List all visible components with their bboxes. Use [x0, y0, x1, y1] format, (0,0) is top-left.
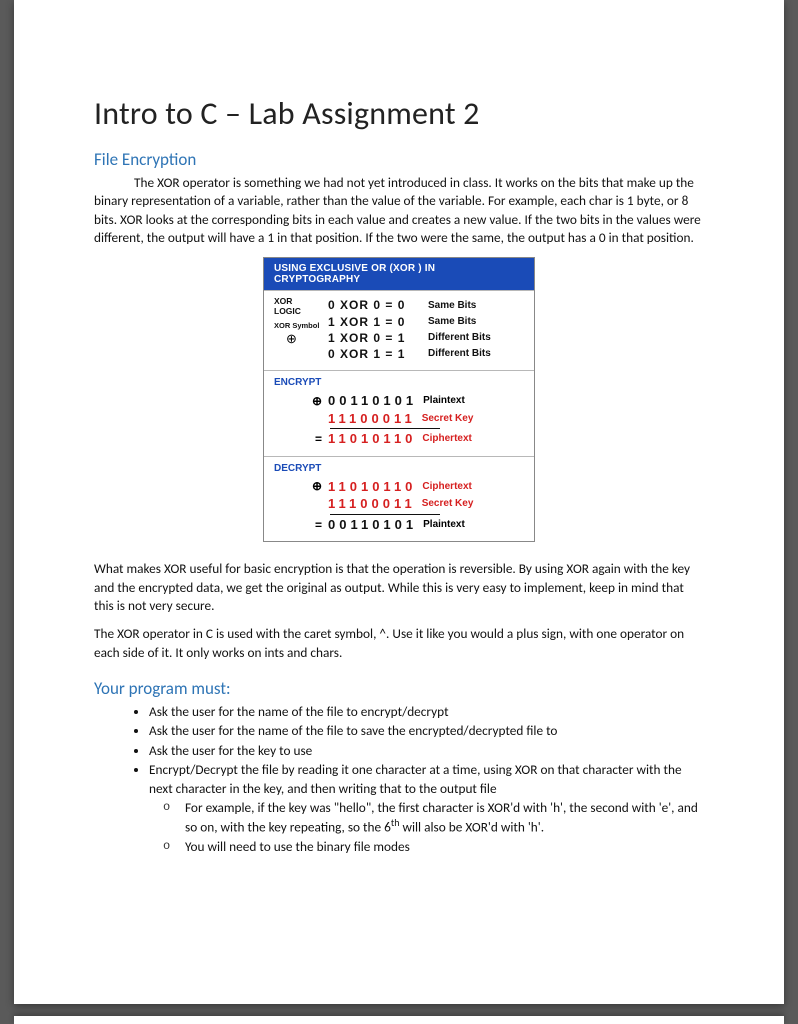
encrypt-row: 11100011 Secret Key — [274, 410, 524, 428]
secretkey-bits: 11100011 — [326, 410, 418, 428]
sub-list-item: You will need to use the binary file mod… — [185, 838, 704, 856]
logic-equation: 1 XOR 0 = 1 — [328, 330, 428, 346]
xor-symbol-glyph: ⊕ — [274, 331, 297, 346]
logic-row: 0 XOR 1 = 1 Different Bits — [328, 346, 524, 362]
ciphertext-bits: 11010110 — [326, 430, 418, 448]
decrypt-row: ⊕ 11010110 Ciphertext — [274, 478, 524, 496]
next-page-edge — [14, 1016, 784, 1024]
encrypt-title: ENCRYPT — [274, 377, 524, 388]
xor-logic-label-bottom: LOGIC — [274, 306, 301, 316]
logic-row: 1 XOR 1 = 0 Same Bits — [328, 314, 524, 330]
decrypt-op-equals: = — [274, 517, 326, 533]
ciphertext-label: Ciphertext — [422, 432, 471, 446]
figure-decrypt-panel: DECRYPT ⊕ 11010110 Ciphertext 11100011 S… — [264, 456, 534, 542]
list-item-text: Encrypt/Decrypt the file by reading it o… — [149, 761, 682, 796]
caret-paragraph: The XOR operator in C is used with the c… — [94, 625, 704, 662]
list-item: Ask the user for the name of the file to… — [149, 722, 704, 740]
requirements-list: Ask the user for the name of the file to… — [94, 703, 704, 856]
document-page: Intro to C – Lab Assignment 2 File Encry… — [14, 0, 784, 1004]
figure-encrypt-panel: ENCRYPT ⊕ 00110101 Plaintext 11100011 Se… — [264, 370, 534, 456]
sub-list-item: For example, if the key was "hello", the… — [185, 799, 704, 837]
logic-row: 1 XOR 0 = 1 Different Bits — [328, 330, 524, 346]
reversible-paragraph: What makes XOR useful for basic encrypti… — [94, 560, 704, 615]
xor-cryptography-figure: USING EXCLUSIVE OR (XOR ) IN CRYPTOGRAPH… — [263, 257, 535, 542]
list-item: Ask the user for the name of the file to… — [149, 703, 704, 721]
decrypt-row: = 00110101 Plaintext — [274, 516, 524, 534]
xor-logic-label: XOR LOGIC — [274, 297, 328, 316]
plaintext-label: Plaintext — [423, 518, 465, 532]
decrypt-op-xor: ⊕ — [274, 478, 326, 494]
secretkey-bits: 11100011 — [326, 495, 418, 513]
figure-header: USING EXCLUSIVE OR (XOR ) IN CRYPTOGRAPH… — [264, 258, 534, 290]
section-heading-requirements: Your program must: — [94, 678, 704, 699]
divider-line — [330, 428, 440, 429]
plaintext-bits: 00110101 — [326, 516, 419, 534]
encrypt-op-equals: = — [274, 431, 326, 447]
ciphertext-bits: 11010110 — [326, 478, 418, 496]
ciphertext-label: Ciphertext — [422, 480, 471, 494]
logic-equation: 0 XOR 0 = 0 — [328, 297, 428, 313]
figure-logic-panel: XOR LOGIC XOR Symbol ⊕ 0 XOR 0 = 0 Same … — [264, 290, 534, 370]
list-item: Ask the user for the key to use — [149, 742, 704, 760]
sub-list: For example, if the key was "hello", the… — [149, 799, 704, 856]
logic-label: Same Bits — [428, 315, 476, 329]
logic-label: Different Bits — [428, 347, 491, 361]
logic-label: Same Bits — [428, 299, 476, 313]
encrypt-row: = 11010110 Ciphertext — [274, 430, 524, 448]
logic-row: 0 XOR 0 = 0 Same Bits — [328, 297, 524, 313]
encrypt-op-xor: ⊕ — [274, 393, 326, 409]
intro-paragraph: The XOR operator is something we had not… — [94, 174, 704, 247]
encrypt-row: ⊕ 00110101 Plaintext — [274, 392, 524, 410]
xor-symbol-label: XOR Symbol — [274, 322, 328, 330]
decrypt-row: 11100011 Secret Key — [274, 495, 524, 513]
secretkey-label: Secret Key — [422, 497, 474, 511]
logic-equation: 0 XOR 1 = 1 — [328, 346, 428, 362]
logic-equation: 1 XOR 1 = 0 — [328, 314, 428, 330]
decrypt-title: DECRYPT — [274, 463, 524, 474]
plaintext-label: Plaintext — [423, 394, 465, 408]
plaintext-bits: 00110101 — [326, 392, 419, 410]
page-title: Intro to C – Lab Assignment 2 — [94, 94, 704, 133]
divider-line — [330, 514, 440, 515]
logic-label: Different Bits — [428, 331, 491, 345]
secretkey-label: Secret Key — [422, 412, 474, 426]
section-heading-file-encryption: File Encryption — [94, 149, 704, 170]
list-item: Encrypt/Decrypt the file by reading it o… — [149, 761, 704, 856]
